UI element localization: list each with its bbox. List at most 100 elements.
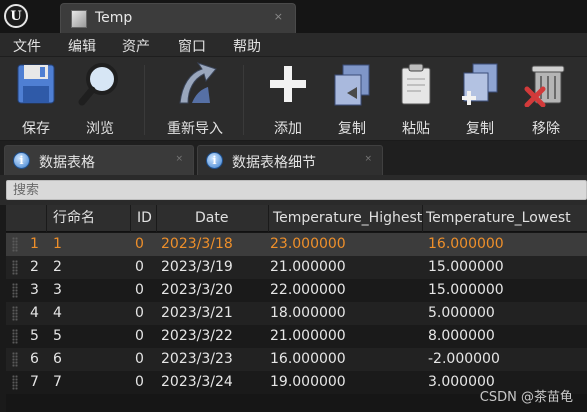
table-cell-id: 0 bbox=[135, 374, 144, 390]
table-cell-low: 5.000000 bbox=[428, 305, 495, 321]
table-cell-date: 2023/3/24 bbox=[161, 374, 233, 390]
menu-help[interactable]: 帮助 bbox=[233, 36, 261, 56]
menu-edit[interactable]: 编辑 bbox=[68, 36, 96, 56]
paste-button[interactable]: 粘贴 bbox=[390, 61, 442, 137]
menu-asset[interactable]: 资产 bbox=[122, 36, 150, 56]
info-icon: i bbox=[206, 152, 223, 169]
drag-handle-icon[interactable] bbox=[12, 306, 18, 321]
duplicate-icon bbox=[457, 61, 503, 107]
watermark: CSDN @茶苗龟 bbox=[479, 390, 573, 405]
remove-button-label: 移除 bbox=[532, 121, 560, 137]
table-cell-high: 21.000000 bbox=[270, 328, 346, 344]
paste-button-label: 粘贴 bbox=[402, 121, 430, 137]
table-cell-low: -2.000000 bbox=[428, 351, 500, 367]
info-icon: i bbox=[13, 152, 30, 169]
data-table-asset-icon bbox=[71, 10, 87, 28]
column-header-row-name[interactable]: 行命名 bbox=[46, 205, 130, 232]
close-icon[interactable]: × bbox=[274, 10, 283, 23]
table-cell-name: 1 bbox=[53, 236, 62, 252]
menu-window[interactable]: 窗口 bbox=[178, 36, 206, 56]
table-cell-name: 4 bbox=[53, 305, 62, 321]
table-cell-date: 2023/3/21 bbox=[161, 305, 233, 321]
table-cell-name: 3 bbox=[53, 282, 62, 298]
table-cell-high: 19.000000 bbox=[270, 374, 346, 390]
drag-handle-icon[interactable] bbox=[12, 283, 18, 298]
browse-button-label: 浏览 bbox=[86, 121, 114, 137]
table-cell-name: 5 bbox=[53, 328, 62, 344]
table-cell-id: 0 bbox=[135, 351, 144, 367]
table-row[interactable]: 4 4 0 2023/3/21 18.000000 5.000000 bbox=[6, 302, 587, 325]
plus-icon bbox=[265, 61, 311, 107]
table-cell-index: 3 bbox=[30, 282, 39, 298]
table-row[interactable]: 5 5 0 2023/3/22 21.000000 8.000000 bbox=[6, 325, 587, 348]
table-cell-index: 2 bbox=[30, 259, 39, 275]
close-icon[interactable]: × bbox=[175, 154, 183, 164]
table-cell-id: 0 bbox=[135, 305, 144, 321]
table-cell-high: 23.000000 bbox=[270, 236, 346, 252]
drag-handle-icon[interactable] bbox=[12, 375, 18, 390]
table-cell-high: 18.000000 bbox=[270, 305, 346, 321]
table-cell-high: 21.000000 bbox=[270, 259, 346, 275]
menu-file[interactable]: 文件 bbox=[13, 36, 41, 56]
reimport-button[interactable]: 重新导入 bbox=[160, 61, 230, 137]
unreal-logo-icon[interactable]: U bbox=[4, 4, 28, 28]
duplicate-button[interactable]: 复制 bbox=[452, 61, 508, 137]
copy-button[interactable]: 复制 bbox=[324, 61, 380, 137]
table-cell-name: 7 bbox=[53, 374, 62, 390]
reimport-button-label: 重新导入 bbox=[167, 121, 223, 137]
column-header-id[interactable]: ID bbox=[130, 205, 156, 232]
table-cell-index: 4 bbox=[30, 305, 39, 321]
table-row[interactable]: 6 6 0 2023/3/23 16.000000 -2.000000 bbox=[6, 348, 587, 371]
toolbar: 保存 浏览 重新导入 添加 复制 粘贴 复制 移除 bbox=[0, 57, 587, 141]
toolbar-separator bbox=[243, 65, 244, 135]
table-cell-low: 16.000000 bbox=[428, 236, 504, 252]
close-icon[interactable]: × bbox=[364, 154, 372, 164]
data-table: 行命名 ID Date Temperature_Highest Temperat… bbox=[6, 205, 587, 412]
column-header-temperature-lowest[interactable]: Temperature_Lowest bbox=[422, 205, 587, 232]
table-cell-date: 2023/3/18 bbox=[161, 236, 233, 252]
add-row-button-label: 添加 bbox=[274, 121, 302, 137]
drag-handle-icon[interactable] bbox=[12, 329, 18, 344]
table-cell-low: 8.000000 bbox=[428, 328, 495, 344]
table-cell-index: 1 bbox=[30, 236, 39, 252]
table-cell-index: 7 bbox=[30, 374, 39, 390]
table-row[interactable]: 1 1 0 2023/3/18 23.000000 16.000000 bbox=[6, 233, 587, 256]
duplicate-button-label: 复制 bbox=[466, 121, 494, 137]
search-bar bbox=[0, 175, 587, 205]
table-header: 行命名 ID Date Temperature_Highest Temperat… bbox=[6, 205, 587, 232]
document-tab[interactable]: Temp × bbox=[60, 3, 296, 33]
table-cell-id: 0 bbox=[135, 259, 144, 275]
table-cell-id: 0 bbox=[135, 282, 144, 298]
table-cell-date: 2023/3/22 bbox=[161, 328, 233, 344]
table-cell-date: 2023/3/19 bbox=[161, 259, 233, 275]
table-cell-name: 2 bbox=[53, 259, 62, 275]
table-cell-date: 2023/3/20 bbox=[161, 282, 233, 298]
drag-handle-icon[interactable] bbox=[12, 260, 18, 275]
browse-button[interactable]: 浏览 bbox=[72, 61, 128, 137]
copy-button-label: 复制 bbox=[338, 121, 366, 137]
table-cell-high: 16.000000 bbox=[270, 351, 346, 367]
search-input[interactable] bbox=[6, 180, 587, 200]
menu-bar: 文件 编辑 资产 窗口 帮助 bbox=[0, 33, 587, 57]
table-cell-index: 5 bbox=[30, 328, 39, 344]
column-header-temperature-highest[interactable]: Temperature_Highest bbox=[268, 205, 422, 232]
column-header-index bbox=[6, 205, 46, 232]
tab-row-details[interactable]: i 数据表格细节 × bbox=[197, 145, 383, 175]
copy-icon bbox=[329, 61, 375, 107]
save-button[interactable]: 保存 bbox=[8, 61, 64, 137]
table-cell-index: 6 bbox=[30, 351, 39, 367]
column-header-date[interactable]: Date bbox=[156, 205, 268, 232]
title-bar: U Temp × bbox=[0, 0, 587, 33]
table-row[interactable]: 3 3 0 2023/3/20 22.000000 15.000000 bbox=[6, 279, 587, 302]
drag-handle-icon[interactable] bbox=[12, 352, 18, 367]
tab-data-table[interactable]: i 数据表格 × bbox=[4, 145, 194, 175]
magnifier-icon bbox=[77, 61, 123, 107]
clipboard-icon bbox=[393, 61, 439, 107]
remove-button[interactable]: 移除 bbox=[518, 61, 574, 137]
tab-data-table-label: 数据表格 bbox=[39, 155, 95, 171]
add-row-button[interactable]: 添加 bbox=[262, 61, 314, 137]
table-cell-id: 0 bbox=[135, 328, 144, 344]
table-row[interactable]: 2 2 0 2023/3/19 21.000000 15.000000 bbox=[6, 256, 587, 279]
table-cell-high: 22.000000 bbox=[270, 282, 346, 298]
drag-handle-icon[interactable] bbox=[12, 237, 18, 252]
